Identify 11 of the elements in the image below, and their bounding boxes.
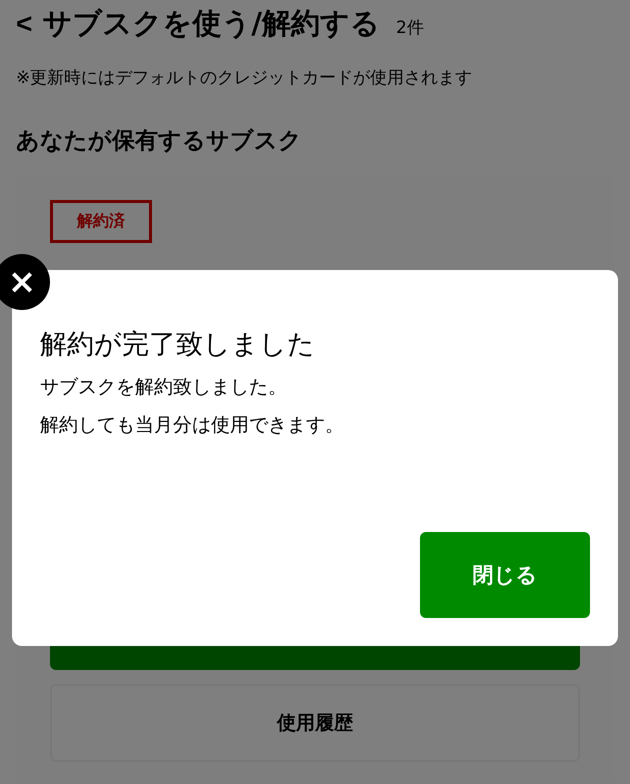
notice-text: ※更新時にはデフォルトのクレジットカードが使用されます [16, 67, 474, 89]
dialog-message: 解約しても当月分は使用できます。 [40, 413, 345, 438]
status-tag: 解約済 [50, 200, 152, 243]
page-title: サブスクを使う/解約する [42, 5, 380, 42]
back-button[interactable]: < [16, 8, 32, 40]
close-button[interactable]: 閉じる [420, 532, 590, 618]
dialog-title: 解約が完了致しました [40, 328, 316, 362]
section-title: あなたが保有するサブスク [16, 127, 303, 156]
item-count: 2件 [396, 17, 424, 39]
history-button[interactable]: 使用履歴 [50, 684, 580, 762]
dialog-message: サブスクを解約致しました。 [40, 375, 288, 400]
